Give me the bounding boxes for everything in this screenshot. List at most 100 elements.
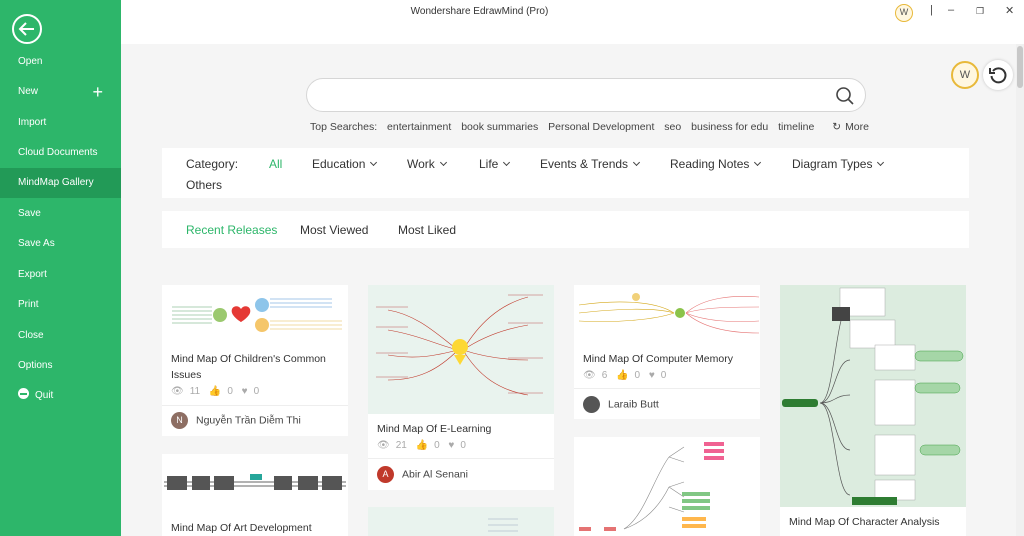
category-education[interactable]: Education — [312, 157, 378, 171]
sidebar-item-label: Save — [18, 208, 41, 219]
category-events-label: Events & Trends — [540, 157, 629, 171]
chevron-down-icon — [754, 158, 762, 167]
gallery-card[interactable] — [368, 507, 554, 536]
sidebar-item-quit[interactable]: Quit — [0, 381, 121, 411]
tab-most-viewed[interactable]: Most Viewed — [300, 223, 368, 237]
heart-icon: ♥ — [241, 386, 248, 397]
sidebar-item-label: Options — [18, 360, 53, 371]
sidebar-item-import[interactable]: Import — [0, 108, 121, 138]
gallery-card[interactable]: Mind Map Of E-Learning 👁 21 👍 0 ♥ 0 A Abir A… — [368, 285, 554, 490]
sidebar-item-export[interactable]: Export — [0, 260, 121, 290]
mindmap-thumbnail — [574, 437, 760, 536]
category-all[interactable]: All — [269, 157, 282, 171]
search-box[interactable] — [306, 78, 866, 112]
category-events-trends[interactable]: Events & Trends — [540, 157, 641, 171]
card-title: Mind Map Of E-Learning — [377, 423, 492, 435]
divider — [574, 388, 760, 389]
gallery-card[interactable] — [574, 437, 760, 536]
likes-count: 0 — [634, 370, 641, 381]
author-name: Laraib Butt — [608, 398, 659, 411]
close-button[interactable]: ✕ — [1005, 4, 1014, 17]
arrow-left-icon — [18, 22, 34, 36]
card-title: Mind Map Of Character Analysis — [789, 516, 940, 528]
separator-icon: | — [930, 4, 933, 16]
top-searches: Top Searches: entertainment book summari… — [310, 121, 876, 133]
mindmap-thumbnail — [368, 285, 554, 414]
sidebar-item-mindmap-gallery[interactable]: MindMap Gallery — [0, 168, 121, 198]
back-button[interactable] — [12, 14, 42, 44]
tab-most-liked[interactable]: Most Liked — [398, 223, 456, 237]
search-icon[interactable] — [835, 86, 855, 106]
sidebar-item-close[interactable]: Close — [0, 321, 121, 351]
avatar: A — [377, 466, 394, 483]
gallery-card[interactable]: Mind Map Of Computer Memory 👁 6 👍 0 ♥ 0 Lar… — [574, 285, 760, 419]
sidebar-item-label: Cloud Documents — [18, 147, 98, 158]
mindmap-thumbnail — [574, 285, 760, 345]
sidebar-item-save[interactable]: Save — [0, 199, 121, 229]
sort-tabs: Recent Releases Most Viewed Most Liked — [162, 211, 969, 248]
eye-icon: 👁 — [377, 440, 390, 451]
tab-recent-releases[interactable]: Recent Releases — [186, 223, 277, 237]
sidebar: Open New + Import Cloud Documents MindMap… — [0, 0, 121, 536]
card-author[interactable]: N Nguyễn Trần Diễm Thi — [171, 412, 301, 429]
user-avatar[interactable]: W — [895, 4, 913, 22]
category-life-label: Life — [479, 157, 499, 171]
top-search-link[interactable]: entertainment — [387, 121, 451, 133]
top-search-link[interactable]: business for edu — [691, 121, 768, 133]
title-bar: Wondershare EdrawMind (Pro) W | – ❐ ✕ — [121, 0, 1024, 44]
top-search-link[interactable]: timeline — [778, 121, 814, 133]
chevron-down-icon — [877, 158, 885, 167]
chevron-down-icon — [439, 158, 447, 167]
sidebar-item-new[interactable]: New + — [0, 77, 121, 107]
sidebar-item-cloud-documents[interactable]: Cloud Documents — [0, 138, 121, 168]
top-search-link[interactable]: book summaries — [461, 121, 538, 133]
gallery-card[interactable]: Mind Map Of Art Development — [162, 454, 348, 536]
sidebar-item-label: Save As — [18, 238, 55, 249]
heart-icon: ♥ — [448, 440, 455, 451]
card-stats: 👁 11 👍 0 ♥ 0 — [171, 386, 265, 397]
hearts-count: 0 — [253, 386, 260, 397]
category-others[interactable]: Others — [186, 178, 222, 192]
category-diagram-types[interactable]: Diagram Types — [792, 157, 885, 171]
scrollbar-thumb[interactable] — [1017, 46, 1023, 88]
mindmap-thumbnail — [368, 507, 554, 536]
sidebar-item-options[interactable]: Options — [0, 351, 121, 381]
restore-button[interactable]: ❐ — [976, 6, 984, 17]
sidebar-item-label: Close — [18, 330, 44, 341]
card-stats: 👁 21 👍 0 ♥ 0 — [377, 440, 472, 451]
card-author[interactable]: Laraib Butt — [583, 396, 659, 413]
more-button[interactable]: ↻ More — [832, 121, 869, 133]
chevron-down-icon — [633, 158, 641, 167]
views-count: 21 — [395, 440, 407, 451]
gallery-card[interactable]: Mind Map Of Character Analysis — [780, 285, 966, 536]
sidebar-item-save-as[interactable]: Save As — [0, 229, 121, 259]
more-label: More — [845, 121, 869, 133]
divider — [162, 405, 348, 406]
refresh-button[interactable] — [983, 60, 1013, 90]
top-search-link[interactable]: Personal Development — [548, 121, 654, 133]
gallery-card[interactable]: Mind Map Of Children's Common Issues 👁 11… — [162, 285, 348, 436]
minimize-button[interactable]: – — [948, 4, 954, 16]
category-work[interactable]: Work — [407, 157, 447, 171]
hearts-count: 0 — [660, 370, 667, 381]
sidebar-item-label: Import — [18, 117, 47, 128]
search-input[interactable] — [323, 87, 823, 101]
avatar — [583, 396, 600, 413]
mindmap-thumbnail — [162, 285, 348, 345]
plus-icon[interactable]: + — [92, 77, 103, 107]
views-count: 11 — [189, 386, 201, 397]
mindmap-thumbnail — [780, 285, 966, 507]
user-avatar-large[interactable]: W — [951, 61, 979, 89]
sidebar-item-open[interactable]: Open — [0, 47, 121, 77]
top-searches-label: Top Searches: — [310, 121, 378, 133]
sidebar-item-label: Export — [18, 269, 47, 280]
scrollbar[interactable] — [1016, 44, 1024, 536]
card-author[interactable]: A Abir Al Senani — [377, 466, 468, 483]
category-life[interactable]: Life — [479, 157, 511, 171]
category-diagram-label: Diagram Types — [792, 157, 873, 171]
top-search-link[interactable]: seo — [664, 121, 681, 133]
avatar: N — [171, 412, 188, 429]
category-reading-notes[interactable]: Reading Notes — [670, 157, 762, 171]
chevron-down-icon — [370, 158, 378, 167]
sidebar-item-print[interactable]: Print — [0, 290, 121, 320]
